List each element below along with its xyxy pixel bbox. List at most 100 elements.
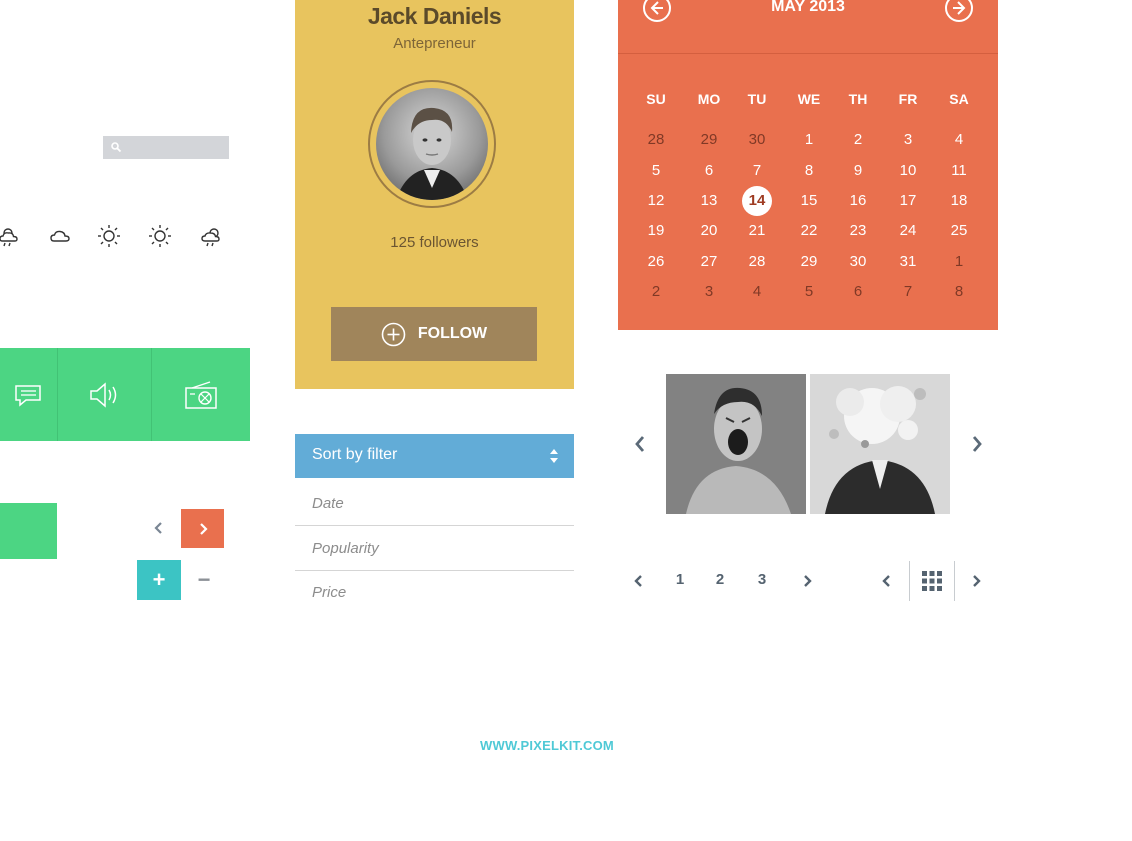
calendar-day[interactable]: 2: [636, 283, 676, 300]
radio-icon: [185, 380, 217, 409]
carousel-photo[interactable]: [666, 374, 806, 514]
chevron-left-icon: [634, 575, 642, 587]
sort-option-popularity[interactable]: Popularity: [295, 526, 574, 571]
search-icon: [111, 142, 122, 153]
calendar-day[interactable]: 8: [939, 283, 979, 300]
calendar-day[interactable]: 1: [789, 131, 829, 148]
increment-button[interactable]: +: [137, 560, 181, 600]
pagination-page[interactable]: 2: [710, 571, 730, 588]
weekday-label: TU: [747, 91, 767, 107]
calendar-day[interactable]: 9: [838, 162, 878, 179]
avatar[interactable]: [376, 88, 488, 200]
grid-view-button[interactable]: [918, 568, 946, 594]
calendar-day[interactable]: 5: [636, 162, 676, 179]
sort-option-label: Date: [312, 495, 344, 512]
pagination-page[interactable]: 3: [752, 571, 772, 588]
calendar-day[interactable]: 13: [689, 192, 729, 209]
gallery-prev[interactable]: [879, 571, 895, 591]
calendar-day[interactable]: 16: [838, 192, 878, 209]
prev-button[interactable]: [149, 517, 169, 539]
sort-label: Sort by filter: [312, 446, 398, 463]
pagination-page[interactable]: 1: [670, 571, 690, 588]
chevron-left-icon: [635, 436, 645, 452]
sort-option-date[interactable]: Date: [295, 481, 574, 526]
calendar-day[interactable]: 7: [888, 283, 928, 300]
weekday-label: TH: [848, 91, 868, 107]
calendar-day[interactable]: 3: [689, 283, 729, 300]
calendar-day[interactable]: 4: [939, 131, 979, 148]
footer-link[interactable]: WWW.PIXELKIT.COM: [0, 738, 1094, 753]
calendar-day[interactable]: 6: [689, 162, 729, 179]
calendar-day[interactable]: 28: [737, 253, 777, 270]
profile-title: Antepreneur: [393, 35, 476, 52]
carousel-prev-button[interactable]: [631, 433, 649, 455]
calendar-day[interactable]: 21: [737, 222, 777, 239]
pagination-prev[interactable]: [631, 571, 647, 591]
weekday-label: WE: [797, 91, 821, 107]
calendar-day[interactable]: 24: [888, 222, 928, 239]
calendar-day[interactable]: 5: [789, 283, 829, 300]
calendar-next-icon[interactable]: [944, 0, 974, 24]
calendar-day[interactable]: 20: [689, 222, 729, 239]
decrement-button[interactable]: −: [193, 565, 215, 595]
calendar-title: MAY 2013: [771, 0, 845, 15]
calendar-day[interactable]: 29: [789, 253, 829, 270]
calendar-day[interactable]: 19: [636, 222, 676, 239]
next-button[interactable]: [181, 509, 224, 548]
calendar-day[interactable]: 6: [838, 283, 878, 300]
green-button[interactable]: [0, 503, 57, 559]
calendar-day[interactable]: 12: [636, 192, 676, 209]
sun-icon[interactable]: [146, 222, 174, 250]
follow-label: FOLLOW: [417, 325, 488, 342]
minus-icon: −: [197, 567, 211, 592]
calendar-day[interactable]: 10: [888, 162, 928, 179]
calendar-day[interactable]: 28: [636, 131, 676, 148]
search-input[interactable]: [103, 136, 229, 159]
gallery-next[interactable]: [968, 571, 984, 591]
avatar-ring: [368, 80, 496, 208]
select-arrows-icon: [550, 449, 558, 463]
calendar-day[interactable]: 1: [939, 253, 979, 270]
chevron-right-icon: [199, 522, 208, 535]
weekday-label: FR: [898, 91, 918, 107]
chevron-right-icon: [804, 575, 812, 587]
sun-icon[interactable]: [95, 222, 123, 250]
calendar-day[interactable]: 15: [789, 192, 829, 209]
sort-option-price[interactable]: Price: [295, 570, 574, 614]
photo-exploding-head: [810, 374, 950, 514]
follow-button[interactable]: FOLLOW: [331, 307, 537, 361]
calendar-day[interactable]: 27: [689, 253, 729, 270]
calendar-day[interactable]: 25: [939, 222, 979, 239]
carousel-next-button[interactable]: [968, 433, 986, 455]
sort-select[interactable]: Sort by filter: [295, 434, 574, 478]
calendar-day[interactable]: 30: [838, 253, 878, 270]
calendar-day[interactable]: 30: [737, 131, 777, 148]
calendar-day[interactable]: 26: [636, 253, 676, 270]
calendar-day[interactable]: 23: [838, 222, 878, 239]
calendar-day[interactable]: 31: [888, 253, 928, 270]
calendar-day[interactable]: 3: [888, 131, 928, 148]
calendar-day[interactable]: 2: [838, 131, 878, 148]
cloud-icon[interactable]: [46, 222, 74, 250]
calendar-day[interactable]: 18: [939, 192, 979, 209]
calendar-day-today[interactable]: 14: [737, 192, 777, 209]
calendar-day[interactable]: 22: [789, 222, 829, 239]
pagination-divider: [909, 561, 910, 601]
tile-radio[interactable]: [152, 348, 250, 441]
pagination-next[interactable]: [799, 571, 815, 591]
weekday-label: MO: [697, 91, 721, 107]
calendar: MAY 2013 SU MO TU WE TH FR SA 28 29 30 1 2 3 4…: [618, 0, 998, 330]
cloud-sun-rain-icon[interactable]: [197, 222, 225, 250]
cloud-sun-rain-icon[interactable]: [0, 222, 24, 250]
photo-screaming-man: [666, 374, 806, 514]
calendar-day[interactable]: 11: [939, 162, 979, 179]
calendar-day[interactable]: 17: [888, 192, 928, 209]
calendar-day[interactable]: 4: [737, 283, 777, 300]
calendar-day[interactable]: 8: [789, 162, 829, 179]
tile-speaker[interactable]: [58, 348, 151, 441]
carousel-photo[interactable]: [810, 374, 950, 514]
tile-chat[interactable]: [0, 348, 57, 441]
calendar-day[interactable]: 7: [737, 162, 777, 179]
calendar-day[interactable]: 29: [689, 131, 729, 148]
plus-circle-icon: [381, 322, 406, 346]
